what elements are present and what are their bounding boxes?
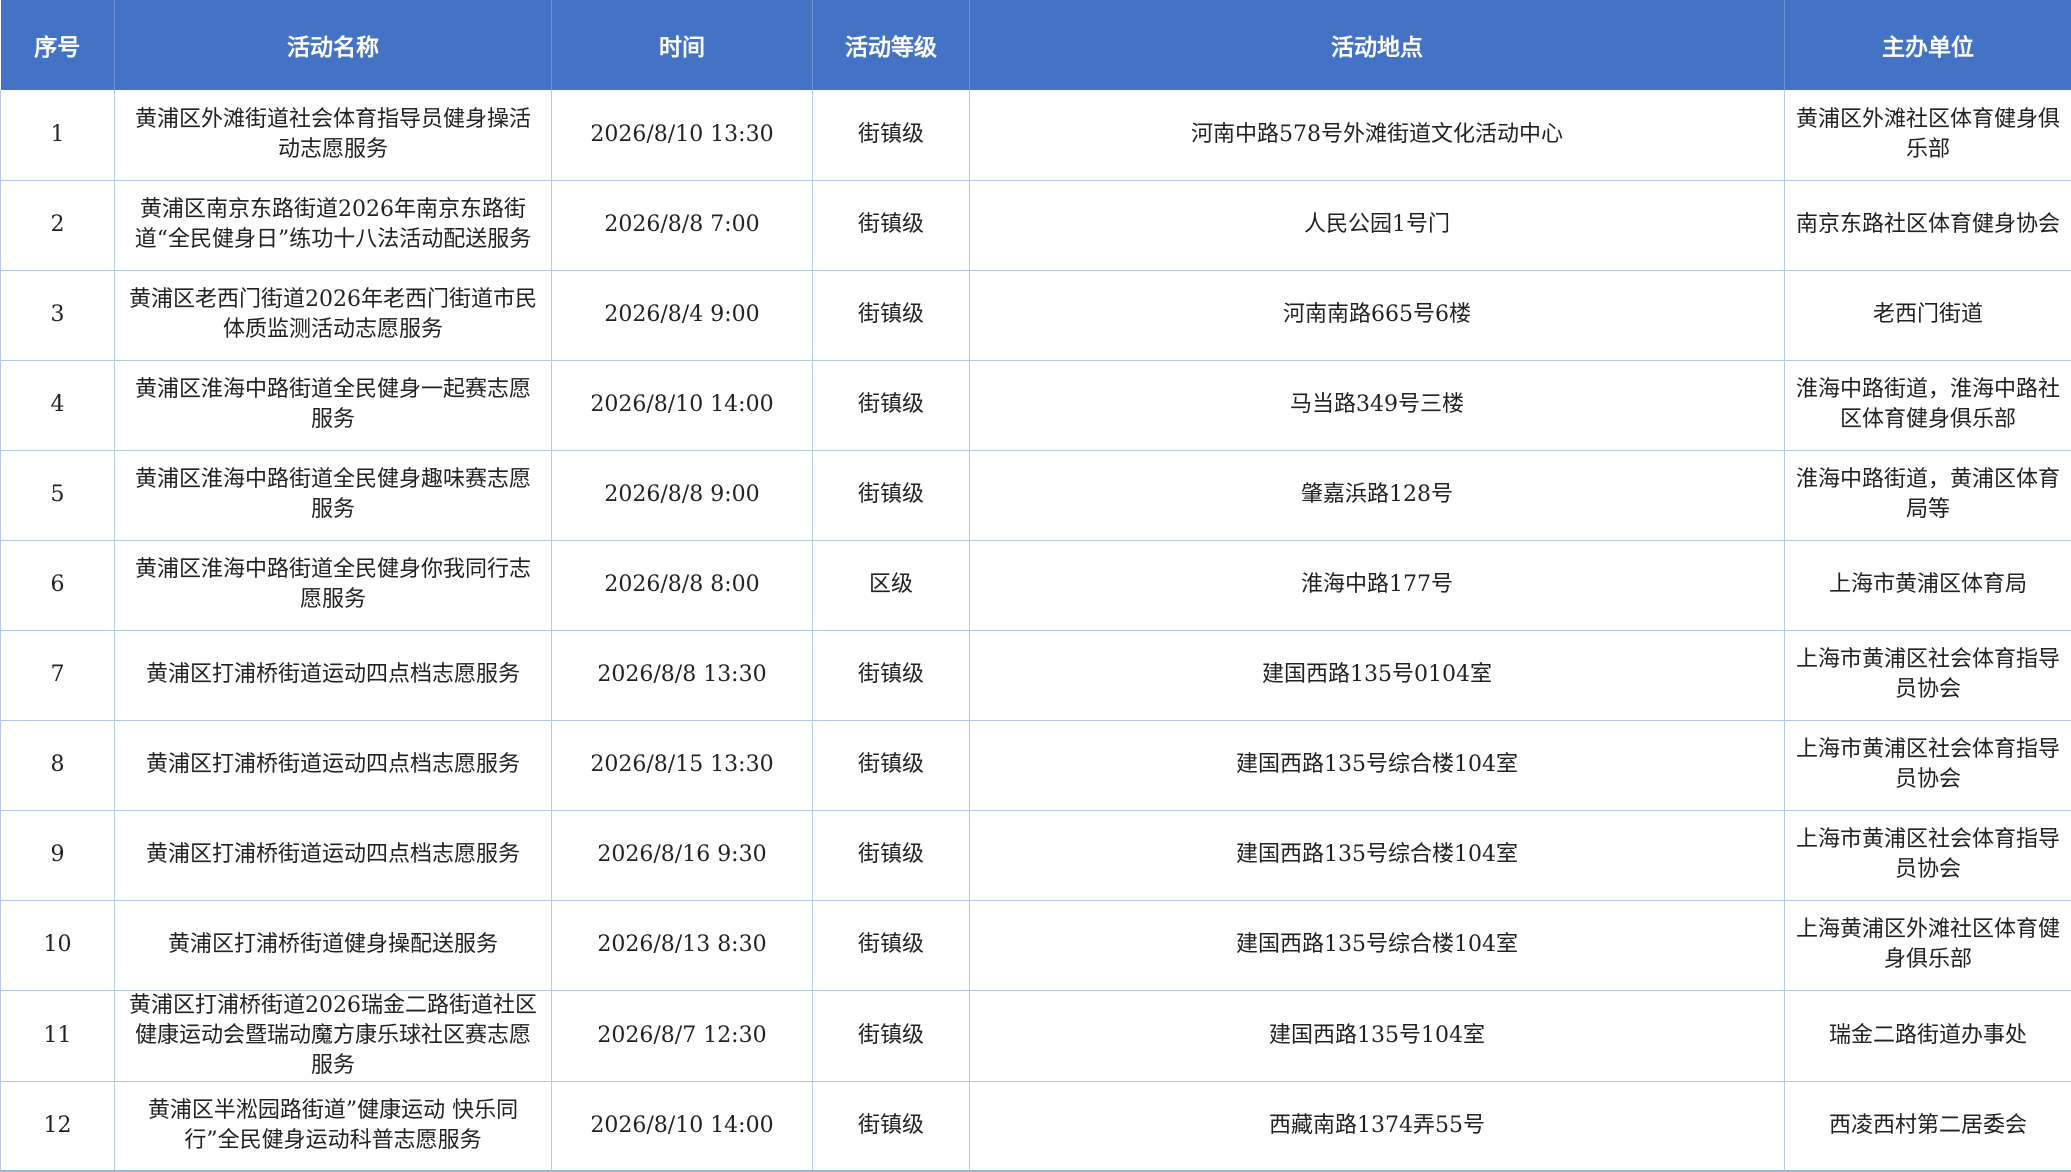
cell-location: 河南南路665号6楼 <box>969 270 1785 361</box>
cell-organizer: 西凌西村第二居委会 <box>1784 1081 2071 1172</box>
cell-time: 2026/8/7 12:30 <box>551 990 813 1082</box>
header-time: 时间 <box>551 0 813 90</box>
cell-level: 区级 <box>812 540 970 631</box>
cell-organizer: 瑞金二路街道办事处 <box>1784 990 2071 1082</box>
cell-number: 1 <box>0 90 115 181</box>
cell-number: 6 <box>0 540 115 631</box>
cell-time: 2026/8/4 9:00 <box>551 270 813 361</box>
table-header: 序号 活动名称 时间 活动等级 活动地点 主办单位 <box>0 0 2071 90</box>
cell-number: 12 <box>0 1081 115 1172</box>
cell-level: 街镇级 <box>812 630 970 721</box>
cell-level: 街镇级 <box>812 90 970 181</box>
cell-time: 2026/8/8 13:30 <box>551 630 813 721</box>
cell-organizer: 上海市黄浦区社会体育指导员协会 <box>1784 630 2071 721</box>
cell-time: 2026/8/8 7:00 <box>551 180 813 271</box>
cell-organizer: 上海市黄浦区社会体育指导员协会 <box>1784 810 2071 901</box>
table-row: 7 黄浦区打浦桥街道运动四点档志愿服务 2026/8/8 13:30 街镇级 建… <box>0 630 2071 721</box>
cell-time: 2026/8/10 13:30 <box>551 90 813 181</box>
cell-location: 肇嘉浜路128号 <box>969 450 1785 541</box>
cell-activity-name: 黄浦区淮海中路街道全民健身趣味赛志愿服务 <box>114 450 552 541</box>
cell-organizer: 南京东路社区体育健身协会 <box>1784 180 2071 271</box>
table-row: 12 黄浦区半淞园路街道”健康运动 快乐同行”全民健身运动科普志愿服务 2026… <box>0 1081 2071 1172</box>
cell-level: 街镇级 <box>812 900 970 991</box>
cell-organizer: 黄浦区外滩社区体育健身俱乐部 <box>1784 90 2071 181</box>
cell-number: 9 <box>0 810 115 901</box>
cell-activity-name: 黄浦区南京东路街道2026年南京东路街道“全民健身日”练功十八法活动配送服务 <box>114 180 552 271</box>
cell-location: 河南中路578号外滩街道文化活动中心 <box>969 90 1785 181</box>
table-row: 5 黄浦区淮海中路街道全民健身趣味赛志愿服务 2026/8/8 9:00 街镇级… <box>0 450 2071 541</box>
cell-number: 10 <box>0 900 115 991</box>
table-row: 6 黄浦区淮海中路街道全民健身你我同行志愿服务 2026/8/8 8:00 区级… <box>0 540 2071 631</box>
table-row: 4 黄浦区淮海中路街道全民健身一起赛志愿服务 2026/8/10 14:00 街… <box>0 360 2071 451</box>
cell-location: 马当路349号三楼 <box>969 360 1785 451</box>
cell-number: 3 <box>0 270 115 361</box>
cell-location: 人民公园1号门 <box>969 180 1785 271</box>
header-level: 活动等级 <box>812 0 970 90</box>
cell-level: 街镇级 <box>812 1081 970 1172</box>
cell-organizer: 上海市黄浦区社会体育指导员协会 <box>1784 720 2071 811</box>
table-row: 11 黄浦区打浦桥街道2026瑞金二路街道社区健康运动会暨瑞动魔方康乐球社区赛志… <box>0 990 2071 1082</box>
cell-activity-name: 黄浦区淮海中路街道全民健身你我同行志愿服务 <box>114 540 552 631</box>
cell-activity-name: 黄浦区打浦桥街道运动四点档志愿服务 <box>114 720 552 811</box>
cell-location: 淮海中路177号 <box>969 540 1785 631</box>
cell-level: 街镇级 <box>812 270 970 361</box>
cell-time: 2026/8/10 14:00 <box>551 1081 813 1172</box>
cell-activity-name: 黄浦区淮海中路街道全民健身一起赛志愿服务 <box>114 360 552 451</box>
cell-activity-name: 黄浦区老西门街道2026年老西门街道市民体质监测活动志愿服务 <box>114 270 552 361</box>
cell-organizer: 老西门街道 <box>1784 270 2071 361</box>
cell-time: 2026/8/15 13:30 <box>551 720 813 811</box>
header-organizer: 主办单位 <box>1784 0 2071 90</box>
cell-activity-name: 黄浦区打浦桥街道健身操配送服务 <box>114 900 552 991</box>
cell-number: 8 <box>0 720 115 811</box>
cell-level: 街镇级 <box>812 990 970 1082</box>
table-row: 2 黄浦区南京东路街道2026年南京东路街道“全民健身日”练功十八法活动配送服务… <box>0 180 2071 271</box>
cell-location: 建国西路135号综合楼104室 <box>969 720 1785 811</box>
cell-location: 西藏南路1374弄55号 <box>969 1081 1785 1172</box>
cell-organizer: 上海市黄浦区体育局 <box>1784 540 2071 631</box>
cell-organizer: 上海黄浦区外滩社区体育健身俱乐部 <box>1784 900 2071 991</box>
cell-location: 建国西路135号综合楼104室 <box>969 810 1785 901</box>
header-location: 活动地点 <box>969 0 1785 90</box>
cell-number: 7 <box>0 630 115 721</box>
table-row: 1 黄浦区外滩街道社会体育指导员健身操活动志愿服务 2026/8/10 13:3… <box>0 90 2071 181</box>
cell-time: 2026/8/16 9:30 <box>551 810 813 901</box>
header-number: 序号 <box>0 0 115 90</box>
table-row: 10 黄浦区打浦桥街道健身操配送服务 2026/8/13 8:30 街镇级 建国… <box>0 900 2071 991</box>
cell-number: 5 <box>0 450 115 541</box>
cell-organizer: 淮海中路街道，淮海中路社区体育健身俱乐部 <box>1784 360 2071 451</box>
cell-activity-name: 黄浦区半淞园路街道”健康运动 快乐同行”全民健身运动科普志愿服务 <box>114 1081 552 1172</box>
cell-location: 建国西路135号综合楼104室 <box>969 900 1785 991</box>
cell-activity-name: 黄浦区外滩街道社会体育指导员健身操活动志愿服务 <box>114 90 552 181</box>
cell-number: 2 <box>0 180 115 271</box>
cell-location: 建国西路135号0104室 <box>969 630 1785 721</box>
cell-time: 2026/8/8 8:00 <box>551 540 813 631</box>
cell-organizer: 淮海中路街道，黄浦区体育局等 <box>1784 450 2071 541</box>
table-row: 3 黄浦区老西门街道2026年老西门街道市民体质监测活动志愿服务 2026/8/… <box>0 270 2071 361</box>
header-row: 序号 活动名称 时间 活动等级 活动地点 主办单位 <box>0 0 2071 90</box>
cell-time: 2026/8/13 8:30 <box>551 900 813 991</box>
table-row: 8 黄浦区打浦桥街道运动四点档志愿服务 2026/8/15 13:30 街镇级 … <box>0 720 2071 811</box>
table-row: 9 黄浦区打浦桥街道运动四点档志愿服务 2026/8/16 9:30 街镇级 建… <box>0 810 2071 901</box>
cell-time: 2026/8/10 14:00 <box>551 360 813 451</box>
cell-level: 街镇级 <box>812 180 970 271</box>
cell-time: 2026/8/8 9:00 <box>551 450 813 541</box>
cell-number: 11 <box>0 990 115 1082</box>
cell-level: 街镇级 <box>812 360 970 451</box>
header-activity-name: 活动名称 <box>114 0 552 90</box>
cell-number: 4 <box>0 360 115 451</box>
cell-location: 建国西路135号104室 <box>969 990 1785 1082</box>
cell-level: 街镇级 <box>812 720 970 811</box>
cell-level: 街镇级 <box>812 810 970 901</box>
activity-table: 序号 活动名称 时间 活动等级 活动地点 主办单位 1 黄浦区外滩街道社会体育指… <box>0 0 2071 1172</box>
cell-activity-name: 黄浦区打浦桥街道运动四点档志愿服务 <box>114 630 552 721</box>
cell-activity-name: 黄浦区打浦桥街道运动四点档志愿服务 <box>114 810 552 901</box>
table-body: 1 黄浦区外滩街道社会体育指导员健身操活动志愿服务 2026/8/10 13:3… <box>0 90 2071 1172</box>
cell-activity-name: 黄浦区打浦桥街道2026瑞金二路街道社区健康运动会暨瑞动魔方康乐球社区赛志愿服务 <box>114 990 552 1082</box>
cell-level: 街镇级 <box>812 450 970 541</box>
